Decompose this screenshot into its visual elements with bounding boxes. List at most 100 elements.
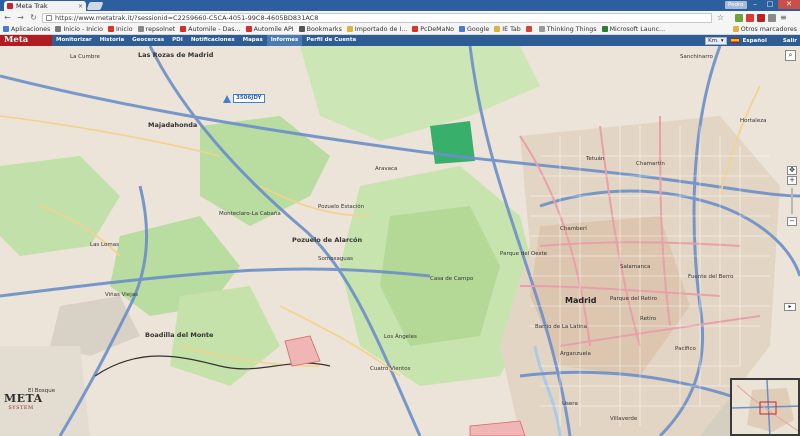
vehicle-marker[interactable]: 3506JDY: [223, 94, 265, 103]
units-select[interactable]: Km. ▾: [705, 36, 727, 45]
vehicle-arrow-icon: [223, 94, 231, 103]
bookmark-favicon-icon: [298, 26, 305, 32]
bookmark-label: Google: [467, 25, 490, 33]
bookmark-item[interactable]: Thinking Things: [538, 25, 597, 33]
bookmark-favicon-icon: [55, 26, 62, 32]
bookmark-label: Thinking Things: [546, 25, 597, 33]
minimap-canvas: [732, 380, 798, 434]
language-select[interactable]: Español: [743, 38, 767, 44]
bookmark-label: Microsoft Launc...: [609, 25, 666, 33]
lock-icon: [46, 14, 52, 21]
tab-title: Meta Trak: [16, 2, 48, 10]
browser-toolbar: ← → ↻ https://www.metatrak.it/?sessionid…: [0, 11, 800, 24]
metatrak-logo[interactable]: Meta Trak: [0, 35, 52, 56]
bookmark-item[interactable]: Microsoft Launc...: [601, 25, 666, 33]
vehicle-plate-label: 3506JDY: [233, 94, 265, 103]
bookmark-item[interactable]: Importado de I...: [346, 25, 408, 33]
extension-green-icon[interactable]: [735, 13, 743, 22]
bookmark-label: Importado de I...: [354, 25, 408, 33]
zoom-in-button[interactable]: +: [787, 176, 797, 185]
extensions-area: [735, 13, 776, 22]
bookmark-favicon-icon: [525, 26, 532, 32]
bookmarks-other-folder[interactable]: Otros marcadores: [732, 25, 797, 33]
bookmark-favicon-icon: [494, 26, 501, 32]
bookmark-item[interactable]: Google: [459, 26, 489, 33]
bookmark-star-icon[interactable]: ☆: [716, 13, 725, 22]
chevron-down-icon: ▾: [720, 37, 724, 44]
pan-icon[interactable]: ✥: [787, 166, 797, 175]
bookmark-item[interactable]: Inicio: [107, 25, 133, 33]
map-canvas: [0, 46, 800, 436]
bookmark-item[interactable]: [525, 26, 534, 32]
zoom-slider[interactable]: [791, 188, 793, 214]
bookmark-favicon-icon: [180, 26, 187, 32]
bookmark-item[interactable]: Bookmarks: [298, 26, 342, 33]
bookmark-label: Aplicaciones: [11, 25, 51, 33]
bookmark-item[interactable]: Aplicaciones: [3, 26, 50, 33]
nav-item-geocercas[interactable]: Geocercas: [128, 35, 168, 46]
app-nav-menu: Monitorizar Historia Geocercas PDI Notificac…: [52, 35, 360, 46]
reload-button[interactable]: ↻: [29, 13, 38, 22]
forward-button[interactable]: →: [16, 13, 25, 22]
units-value: Km.: [708, 37, 719, 44]
bookmark-label: Automile API: [253, 25, 294, 33]
nav-item-pdi[interactable]: PDI: [168, 35, 187, 46]
bookmark-label: Inicio: [115, 25, 133, 33]
bookmark-item[interactable]: Automile API: [245, 25, 294, 33]
meta-system-logo: META SYSTEM: [4, 392, 43, 411]
address-url[interactable]: https://www.metatrak.it/?sessionid=C2259…: [55, 14, 318, 22]
nav-item-monitorizar[interactable]: Monitorizar: [52, 35, 96, 46]
bookmark-favicon-icon: [412, 26, 419, 32]
extension-gray-icon[interactable]: [768, 13, 776, 22]
brand-line-1: META: [4, 392, 43, 405]
bookmark-label: repsolnet: [145, 25, 176, 33]
nav-item-notificaciones[interactable]: Notificaciones: [187, 35, 239, 46]
map-search-button[interactable]: ⌕: [785, 50, 796, 61]
nav-item-informes[interactable]: Informes: [266, 35, 303, 46]
bookmark-item[interactable]: repsolnet: [137, 25, 176, 33]
bookmark-favicon-icon: [346, 26, 353, 32]
bookmark-label: PcDeMaNo: [420, 25, 455, 33]
new-tab-button[interactable]: [86, 2, 104, 10]
metatrak-favicon-icon: [7, 3, 13, 9]
bookmark-item[interactable]: PcDeMaNo: [412, 26, 454, 33]
browser-user-chip[interactable]: Pedro: [725, 1, 747, 9]
app-nav-right: Km. ▾ Español Salir: [705, 36, 800, 45]
bookmark-label: Inicio - Inicio: [63, 25, 103, 33]
nav-item-mapas[interactable]: Mapas: [239, 35, 267, 46]
window-close-button[interactable]: ✕: [778, 0, 800, 9]
map-view[interactable]: Madrid Las Rozas de Madrid Majadahonda P…: [0, 46, 800, 436]
bookmark-label: Automile - Das...: [188, 25, 241, 33]
bookmark-favicon-icon: [601, 26, 608, 32]
app-navbar: Meta Trak MonitorizarHistoriaGeocercasPD…: [0, 35, 800, 56]
window-minimize-button[interactable]: –: [748, 0, 762, 9]
folder-icon: [732, 26, 739, 32]
extension-red-icon[interactable]: [757, 13, 765, 22]
bookmarks-other-label: Otros marcadores: [740, 25, 797, 33]
spain-flag-icon: [730, 38, 739, 43]
bookmark-item[interactable]: Automile - Das...: [180, 25, 241, 33]
bookmark-favicon-icon: [245, 26, 252, 32]
logout-link[interactable]: Salir: [783, 38, 797, 44]
gmail-icon[interactable]: [746, 13, 754, 22]
bookmark-favicon-icon: [137, 26, 144, 32]
address-bar[interactable]: https://www.metatrak.it/?sessionid=C2259…: [42, 12, 712, 23]
bookmark-label: IE Tab: [502, 25, 521, 33]
browser-tab[interactable]: Meta Trak ×: [4, 1, 86, 11]
tab-close-icon[interactable]: ×: [78, 3, 83, 10]
brand-line-2: SYSTEM: [8, 405, 34, 411]
nav-item-perfil-de-cuenta[interactable]: Perfil de Cuenta: [302, 35, 360, 46]
bookmark-item[interactable]: IE Tab: [494, 26, 521, 33]
nav-item-historia[interactable]: Historia: [96, 35, 128, 46]
bookmark-item[interactable]: Inicio - Inicio: [55, 26, 103, 33]
overview-minimap[interactable]: [730, 378, 800, 436]
zoom-out-button[interactable]: −: [787, 217, 797, 226]
bookmark-favicon-icon: [3, 26, 9, 32]
browser-menu-icon[interactable]: ≡: [780, 13, 787, 22]
window-maximize-button[interactable]: □: [763, 0, 777, 9]
zoom-control: ✥ + −: [787, 166, 797, 226]
bookmark-favicon-icon: [538, 26, 545, 32]
back-button[interactable]: ←: [3, 13, 12, 22]
layer-expand-button[interactable]: ▸: [784, 303, 796, 311]
browser-tab-strip: Meta Trak × Pedro – □ ✕: [0, 0, 800, 11]
